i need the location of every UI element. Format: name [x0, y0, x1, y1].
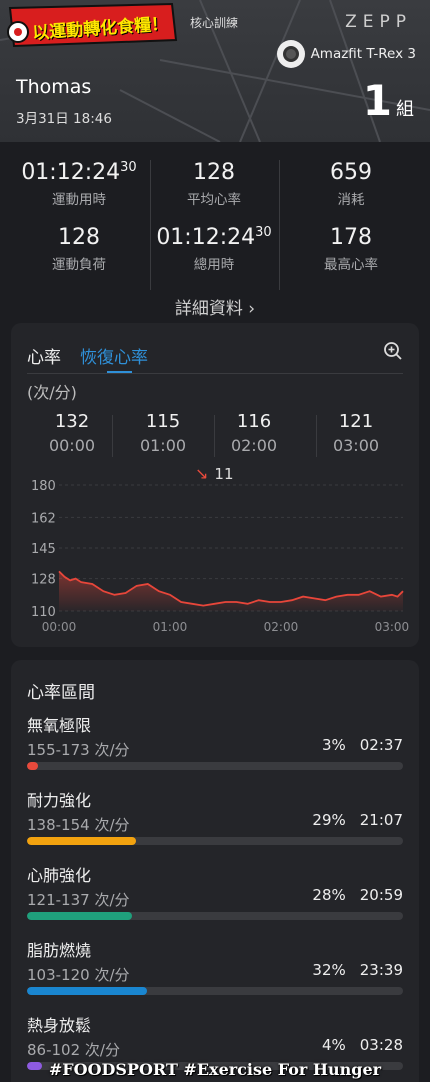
zone-name: 心肺強化: [27, 866, 92, 885]
zone-percent: 32%: [312, 961, 346, 979]
user-name: Thomas: [16, 76, 92, 98]
avg-hr-label: 平均心率: [187, 192, 241, 208]
zone-time: 02:37: [359, 736, 403, 754]
zone-time: 03:28: [359, 1036, 403, 1054]
zone-bar-track: [27, 837, 403, 845]
duration-fraction: 30: [120, 160, 137, 175]
zone-percent: 28%: [312, 886, 346, 904]
foodsport-logo: 以運動轉化食糧！: [4, 2, 180, 48]
y-tick-label: 162: [31, 511, 56, 526]
avg-hr-value: 128: [193, 160, 235, 185]
x-tick-label: 00:00: [42, 620, 77, 634]
stat-total-time: 01:12:2430 總用時: [150, 225, 278, 273]
stats-grid: 01:12:2430 運動用時 128 平均心率 659 消耗 128 運動負荷…: [0, 142, 430, 322]
duration-label: 運動用時: [52, 192, 106, 208]
zone-percent: 3%: [321, 736, 346, 754]
max-hr-value: 178: [330, 225, 372, 250]
stat-training-load: 128 運動負荷: [15, 225, 143, 273]
hr-area: [59, 571, 403, 611]
zone-bar-track: [27, 762, 403, 770]
heart-rate-chart[interactable]: 180 162 145 128 11000:00 01:00 02:00 03:00: [11, 473, 419, 645]
zone-time: 20:59: [359, 886, 403, 904]
zone-bar-fill: [27, 762, 39, 770]
x-tick-label: 01:00: [153, 620, 188, 634]
hr-column: 115 01:00: [113, 411, 213, 455]
stat-calories: 659 消耗: [287, 160, 415, 208]
sets-summary: 1 組: [363, 80, 414, 122]
zone-percent: 4%: [321, 1036, 346, 1054]
y-tick-label: 180: [31, 479, 56, 494]
hr-column-time: 00:00: [48, 436, 96, 455]
zone-bar-track: [27, 912, 403, 920]
sets-unit: 組: [396, 99, 414, 120]
hr-column-value: 132: [54, 411, 90, 432]
sets-count: 1: [362, 76, 392, 125]
total-time-value: 01:12:24: [156, 225, 256, 250]
zone-name: 脂肪燃燒: [27, 941, 92, 960]
brand-logo: ZEPP: [345, 12, 412, 32]
zone-name: 熱身放鬆: [27, 1016, 92, 1035]
zoom-in-icon[interactable]: [383, 341, 403, 361]
hr-unit: (次/分): [27, 383, 77, 402]
hr-column-value: 116: [236, 411, 272, 432]
calories-label: 消耗: [337, 192, 365, 208]
calories-value: 659: [330, 160, 372, 185]
zone-bar-fill: [27, 912, 133, 920]
zone-percent: 29%: [312, 811, 346, 829]
hr-column: 132 00:00: [22, 411, 122, 455]
workout-header: 以運動轉化食糧！ 核心訓練 ZEPP Amazfit T-Rex 3 Thoma…: [0, 0, 430, 142]
hr-column: 121 03:00: [306, 411, 406, 455]
hr-column-time: 01:00: [139, 436, 187, 455]
tab-recovery-heart-rate[interactable]: 恢復心率: [80, 343, 148, 368]
workout-date: 3月31日 18:46: [16, 111, 112, 127]
y-tick-label: 128: [31, 573, 56, 588]
zone-time: 23:39: [359, 961, 403, 979]
details-link[interactable]: 詳細資料 ›: [0, 294, 430, 319]
total-time-fraction: 30: [255, 225, 272, 240]
zone-fat-burn: 脂肪燃燒 103-120 次/分 32% 23:39: [27, 937, 403, 997]
zone-time: 21:07: [359, 811, 403, 829]
max-hr-label: 最高心率: [324, 257, 378, 273]
stat-max-hr: 178 最高心率: [287, 225, 415, 273]
zone-bar-fill: [27, 987, 148, 995]
hr-column-time: 02:00: [230, 436, 278, 455]
total-time-label: 總用時: [193, 257, 235, 273]
training-load-label: 運動負荷: [52, 257, 106, 273]
hr-column: 116 02:00: [204, 411, 304, 455]
zone-endurance: 耐力強化 138-154 次/分 29% 21:07: [27, 787, 403, 847]
zone-name: 耐力強化: [27, 791, 92, 810]
y-tick-label: 110: [31, 605, 56, 620]
hashtag-watermark: #FOODSPORT #Exercise For Hunger: [48, 1060, 382, 1079]
device-name: Amazfit T-Rex 3: [310, 46, 416, 62]
duration-value: 01:12:24: [21, 160, 121, 185]
zones-title: 心率區間: [27, 683, 95, 703]
y-tick-label: 145: [31, 542, 56, 557]
tab-heart-rate[interactable]: 心率: [27, 343, 61, 368]
workout-type: 核心訓練: [190, 16, 239, 30]
stat-avg-hr: 128 平均心率: [150, 160, 278, 208]
zone-name: 無氧極限: [27, 716, 92, 735]
tab-divider: [27, 373, 403, 374]
zone-bar-fill: [27, 837, 137, 845]
stats-divider: [279, 160, 280, 290]
hr-column-value: 115: [145, 411, 181, 432]
zone-anaerobic: 無氧極限 155-173 次/分 3% 02:37: [27, 712, 403, 772]
heart-rate-zones-card: 心率區間 無氧極限 155-173 次/分 3% 02:37 耐力強化 138-1…: [11, 660, 419, 1082]
watch-icon: [276, 40, 305, 68]
x-tick-label: 02:00: [264, 620, 299, 634]
stat-duration: 01:12:2430 運動用時: [15, 160, 143, 208]
heart-rate-card: 心率 恢復心率 (次/分) 132 00:00 115 01:00 116 02…: [11, 323, 419, 647]
training-load-value: 128: [58, 225, 100, 250]
zone-cardio: 心肺強化 121-137 次/分 28% 20:59: [27, 862, 403, 922]
x-tick-label: 03:00: [375, 620, 410, 634]
hr-column-time: 03:00: [332, 436, 380, 455]
zone-bar-track: [27, 987, 403, 995]
device-chip[interactable]: Amazfit T-Rex 3: [276, 40, 416, 68]
hr-column-value: 121: [338, 411, 374, 432]
